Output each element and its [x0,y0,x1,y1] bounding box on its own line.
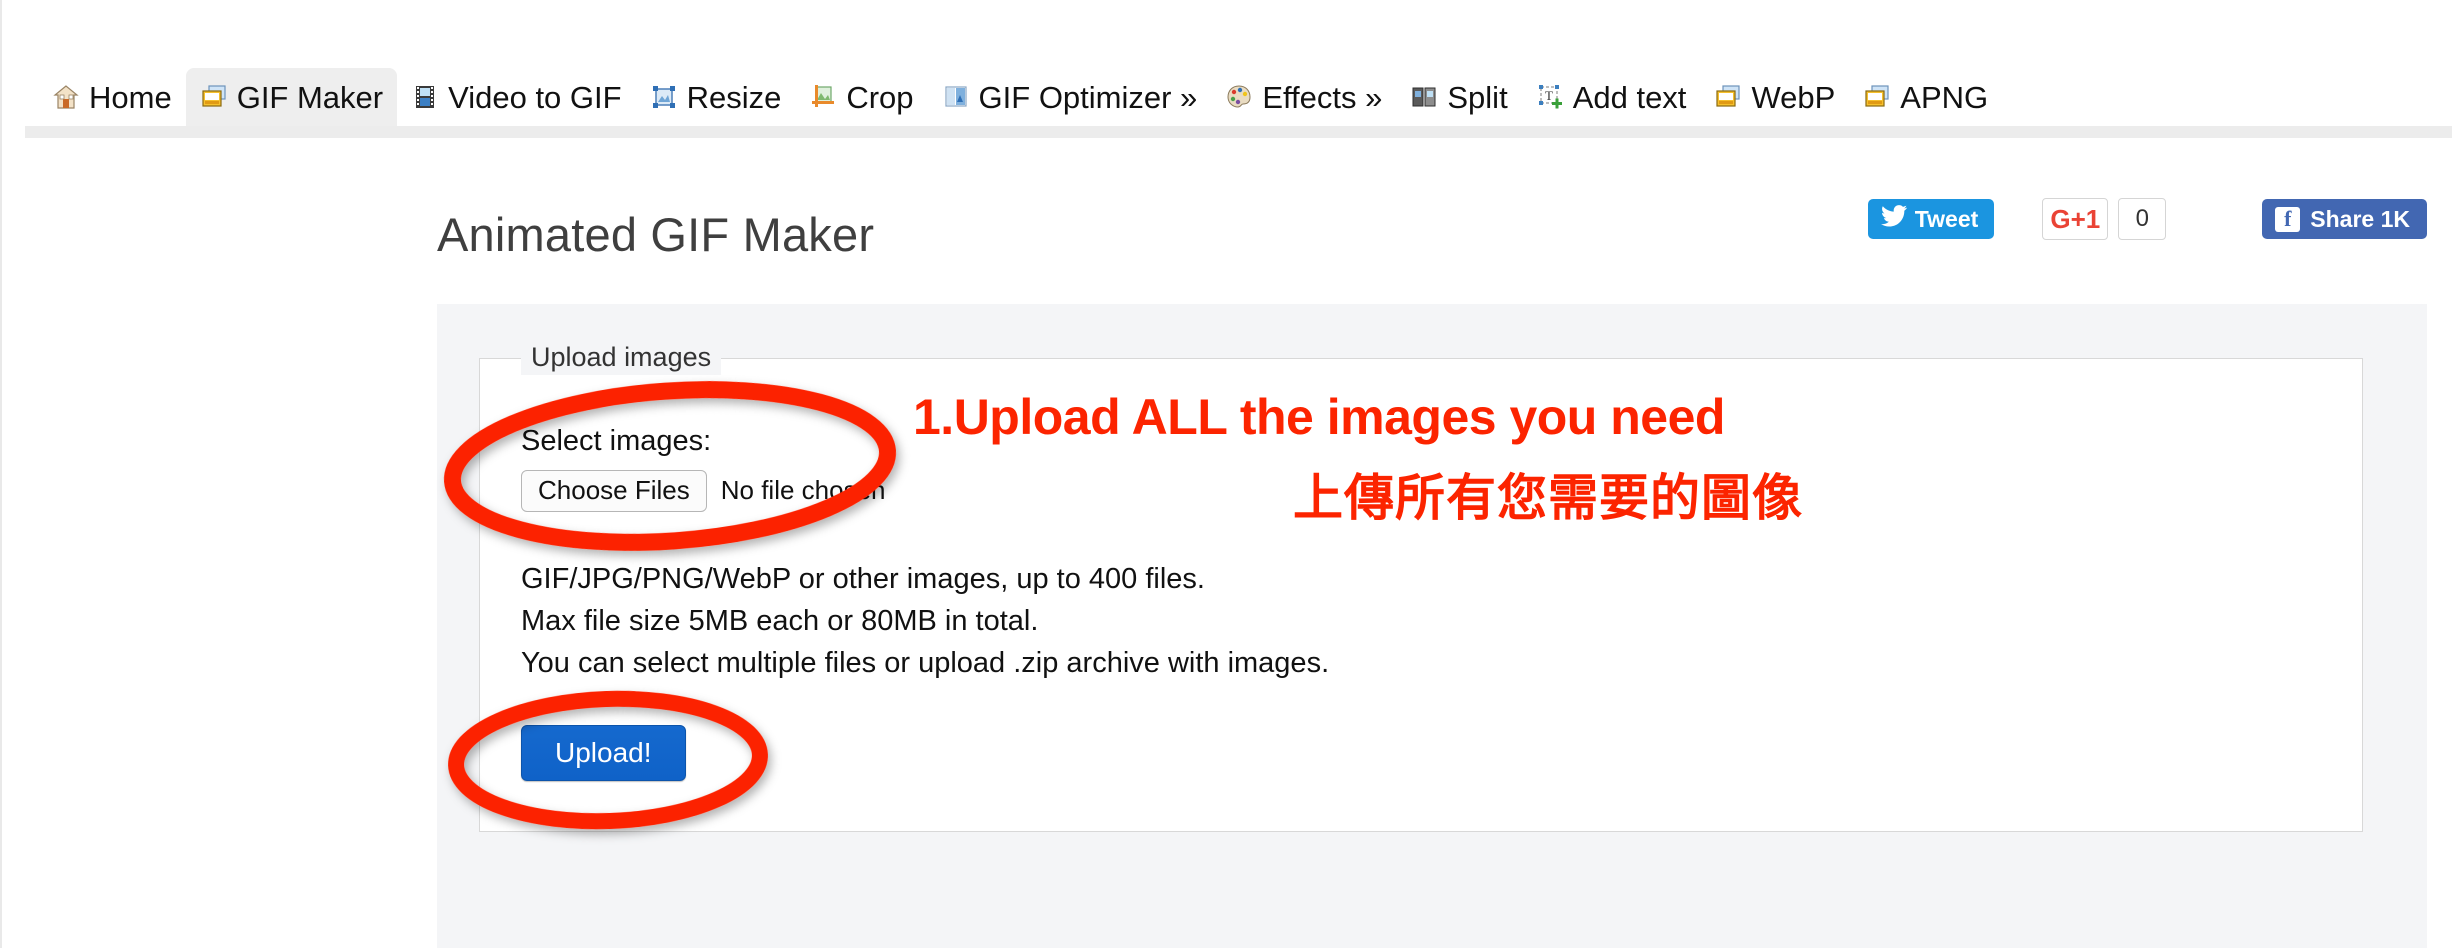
tweet-button[interactable]: Tweet [1867,199,1995,239]
nav-item-label: GIF Optimizer » [978,79,1198,115]
social-share-bar: Tweet G+1 0 f Share 1K [1867,197,2427,241]
nav-item-label: APNG [1900,79,1989,115]
annotation-english: 1.Upload ALL the images you need [913,389,1725,445]
file-input-row: Choose Files No file chosen [521,470,886,512]
upload-description: GIF/JPG/PNG/WebP or other images, up to … [521,558,1329,684]
palette-icon [1225,83,1253,111]
gplus-button-label: G+1 [2050,203,2101,234]
nav-item-split[interactable]: Split [1396,68,1521,126]
file-chosen-status: No file chosen [720,475,886,506]
film-icon [411,83,439,111]
facebook-share-label: Share 1K [2310,205,2410,232]
nav-item-gif-maker[interactable]: GIF Maker [185,68,398,126]
nav-item-webp[interactable]: WebP [1700,68,1849,126]
nav-item-label: Effects » [1262,79,1383,115]
upload-images-legend: Upload images [521,339,722,375]
nav-item-label: Home [89,79,172,115]
resize-icon [650,83,678,111]
apng-icon [1863,83,1891,111]
facebook-share-button[interactable]: f Share 1K [2262,199,2427,239]
add-text-icon: T [1536,83,1564,111]
gplus-button[interactable]: G+1 [2042,198,2109,240]
tweet-button-label: Tweet [1914,205,1979,232]
nav-item-apng[interactable]: APNG [1849,68,2002,126]
gplus-count-value: 0 [2135,205,2149,232]
crop-icon [809,83,837,111]
nav-item-resize[interactable]: Resize [636,68,796,126]
home-icon [52,83,80,111]
upload-button[interactable]: Upload! [521,725,686,781]
nav-item-add-text[interactable]: T Add text [1522,68,1701,126]
gplus-count-badge[interactable]: 0 [2118,198,2167,240]
nav-item-label: WebP [1751,79,1836,115]
nav-item-label: Crop [846,79,914,115]
svg-text:T: T [1545,88,1553,103]
nav-item-gif-optimizer[interactable]: GIF Optimizer » [928,68,1212,126]
webp-icon [1714,83,1742,111]
nav-item-label: Split [1447,79,1508,115]
twitter-bird-icon [1880,205,1907,233]
facebook-f-icon: f [2275,206,2301,232]
select-images-label: Select images: [521,425,712,457]
description-line: You can select multiple files or upload … [521,647,1330,679]
choose-files-button[interactable]: Choose Files [521,470,707,512]
page-title: Animated GIF Maker [437,208,875,261]
nav-item-effects[interactable]: Effects » [1211,68,1396,126]
split-icon [1410,83,1438,111]
main-navigation: Home GIF Maker Video to GIF Resize Crop … [0,64,2452,126]
description-line: Max file size 5MB each or 80MB in total. [521,605,1039,637]
nav-item-label: GIF Maker [236,79,384,115]
nav-item-label: Resize [686,79,782,115]
nav-item-label: Video to GIF [448,79,622,115]
nav-item-label: Add text [1572,79,1687,115]
nav-bottom-divider [25,126,2452,138]
optimizer-icon [942,83,970,111]
gif-maker-icon [200,83,228,111]
nav-item-crop[interactable]: Crop [795,68,927,126]
description-line: GIF/JPG/PNG/WebP or other images, up to … [521,563,1205,595]
nav-item-home[interactable]: Home [38,68,186,126]
page-left-edge-rule [0,0,2,948]
annotation-chinese: 上傳所有您需要的圖像 [1293,470,1803,526]
nav-item-video-to-gif[interactable]: Video to GIF [397,68,635,126]
